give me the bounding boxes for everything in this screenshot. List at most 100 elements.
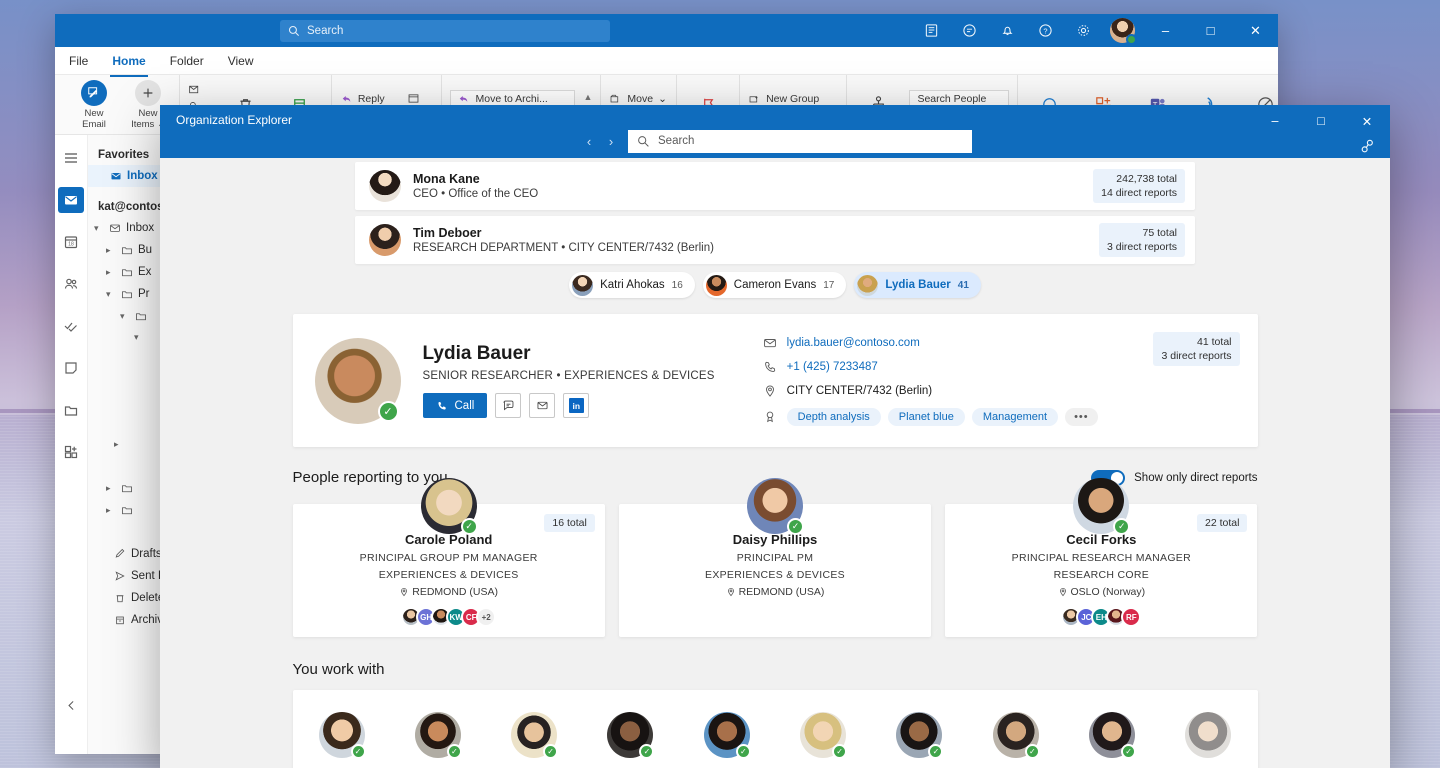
rail-mail-icon[interactable] <box>58 187 84 213</box>
scroll-up-icon[interactable]: ▲ <box>583 92 592 102</box>
call-button[interactable]: Call <box>423 393 488 418</box>
forward-icon[interactable]: › <box>600 128 622 154</box>
chevron-right-icon-3[interactable]: ▸ <box>114 439 124 450</box>
team-avatar-overflow-1[interactable]: +2 <box>476 607 496 627</box>
coworker-avatar-8[interactable]: ✓ <box>993 712 1039 758</box>
tab-view[interactable]: View <box>226 50 256 72</box>
coworker-avatar-10[interactable] <box>1185 712 1231 758</box>
coworker-avatar-2[interactable]: ✓ <box>415 712 461 758</box>
presence-1: ✓ <box>351 744 366 759</box>
rail-people-icon[interactable] <box>58 271 84 297</box>
rail-notes-icon[interactable] <box>58 355 84 381</box>
chevron-down-icon-3[interactable]: ▾ <box>120 311 130 322</box>
chevron-down-icon[interactable]: ▾ <box>94 223 104 234</box>
new-email-button[interactable]: NewEmail <box>71 80 117 130</box>
report-card-location-1: REDMOND (USA) <box>293 586 605 598</box>
peer-chip-name: Katri Ahokas <box>600 279 665 291</box>
peer-chip-count: 16 <box>672 280 683 291</box>
tab-home[interactable]: Home <box>110 50 147 72</box>
chain-row-ceo[interactable]: Mona Kane CEO • Office of the CEO 242,73… <box>355 162 1195 210</box>
contact-email-row[interactable]: lydia.bauer@contoso.com <box>763 336 1098 350</box>
collapse-pane-icon[interactable] <box>65 699 78 712</box>
rail-calendar-icon[interactable]: 18 <box>58 229 84 255</box>
report-card-cecil-forks[interactable]: ✓ 22 total Cecil Forks PRINCIPAL RESEARC… <box>945 504 1257 637</box>
presence-5: ✓ <box>736 744 751 759</box>
new-items-label-1: New <box>138 108 157 119</box>
peer-chip-cameron-evans[interactable]: Cameron Evans 17 <box>703 272 847 298</box>
account-avatar[interactable] <box>1110 18 1135 43</box>
reply-button[interactable]: Reply <box>340 93 399 105</box>
chat-icon[interactable] <box>950 14 988 47</box>
coworker-avatar-1[interactable]: ✓ <box>319 712 365 758</box>
peer-chip-katri-ahokas[interactable]: Katri Ahokas 16 <box>569 272 695 298</box>
report-card-daisy-phillips[interactable]: ✓ Daisy Phillips PRINCIPAL PM EXPERIENCE… <box>619 504 931 637</box>
chain-row-name: Mona Kane <box>413 171 538 187</box>
chevron-down-icon-4[interactable]: ▾ <box>134 332 144 343</box>
avatar-tim-deboer <box>369 224 401 256</box>
search-icon-dialog <box>637 135 650 148</box>
coworker-avatar-5[interactable]: ✓ <box>704 712 750 758</box>
tab-folder[interactable]: Folder <box>168 50 206 72</box>
mark-unread-button[interactable] <box>188 83 215 96</box>
org-maximize-button[interactable]: □ <box>1298 105 1344 137</box>
chevron-right-icon-4[interactable]: ▸ <box>106 483 116 494</box>
svg-text:18: 18 <box>68 242 74 248</box>
chevron-right-icon[interactable]: ▸ <box>106 245 116 256</box>
contact-email[interactable]: lydia.bauer@contoso.com <box>787 337 920 349</box>
report-card-carole-poland[interactable]: ✓ 16 total Carole Poland PRINCIPAL GROUP… <box>293 504 605 637</box>
org-explorer-search-input[interactable]: Search <box>628 130 972 153</box>
coworker-avatar-3[interactable]: ✓ <box>511 712 557 758</box>
close-button[interactable]: ✕ <box>1233 14 1278 47</box>
new-group-button[interactable]: New Group <box>748 93 838 105</box>
coworker-avatar-7[interactable]: ✓ <box>896 712 942 758</box>
contact-location-row: CITY CENTER/7432 (Berlin) <box>763 384 1098 398</box>
skill-tag-1[interactable]: Depth analysis <box>787 408 881 426</box>
outlook-search-box[interactable]: Search <box>280 20 610 42</box>
chain-row-counts: 242,738 total 14 direct reports <box>1093 169 1185 203</box>
chevron-right-icon-2[interactable]: ▸ <box>106 267 116 278</box>
linkedin-button[interactable]: in <box>563 393 589 418</box>
skill-tags-more-button[interactable]: ••• <box>1065 408 1098 426</box>
presence-7: ✓ <box>928 744 943 759</box>
team-avatar-3e[interactable]: RF <box>1121 607 1141 627</box>
org-minimize-button[interactable]: – <box>1252 105 1298 137</box>
folder-inbox-label: Inbox <box>126 222 154 234</box>
peer-chip-name-2: Cameron Evans <box>734 279 816 291</box>
gear-icon[interactable] <box>1064 14 1102 47</box>
reply-label: Reply <box>358 93 385 105</box>
skill-tag-3[interactable]: Management <box>972 408 1058 426</box>
org-hierarchy-icon[interactable] <box>1359 138 1376 155</box>
skill-tag-2[interactable]: Planet blue <box>888 408 965 426</box>
rail-todo-icon[interactable] <box>58 313 84 339</box>
peer-chip-lydia-bauer[interactable]: Lydia Bauer 41 <box>854 272 981 298</box>
coworker-avatar-6[interactable]: ✓ <box>800 712 846 758</box>
avatar-cecil-forks: ✓ <box>1073 478 1129 534</box>
outlook-title-bar: Search ? – □ ✕ <box>55 14 1278 47</box>
rail-apps-icon[interactable] <box>58 439 84 465</box>
report-card-name-2: Daisy Phillips <box>619 532 931 547</box>
org-close-button[interactable]: ✕ <box>1344 105 1390 137</box>
peer-chip-name-3: Lydia Bauer <box>885 279 950 291</box>
chevron-right-icon-5[interactable]: ▸ <box>106 505 116 516</box>
reading-list-icon[interactable] <box>912 14 950 47</box>
coworker-avatar-9[interactable]: ✓ <box>1089 712 1135 758</box>
rail-folders-icon[interactable] <box>58 397 84 423</box>
maximize-button[interactable]: □ <box>1188 14 1233 47</box>
chain-row-subtitle-2: RESEARCH DEPARTMENT • CITY CENTER/7432 (… <box>413 241 714 256</box>
coworker-avatar-4[interactable]: ✓ <box>607 712 653 758</box>
bell-icon[interactable] <box>988 14 1026 47</box>
chat-button[interactable] <box>495 393 521 418</box>
move-button[interactable]: Move ⌄ <box>609 93 668 105</box>
help-icon[interactable]: ? <box>1026 14 1064 47</box>
org-explorer-search-row: ‹ › Search <box>160 125 1390 157</box>
hamburger-icon[interactable] <box>58 145 84 171</box>
back-icon[interactable]: ‹ <box>578 128 600 154</box>
tab-file[interactable]: File <box>67 50 90 72</box>
minimize-button[interactable]: – <box>1143 14 1188 47</box>
contact-phone-row[interactable]: +1 (425) 7233487 <box>763 360 1098 374</box>
chain-row-manager[interactable]: Tim Deboer RESEARCH DEPARTMENT • CITY CE… <box>355 216 1195 264</box>
contact-phone[interactable]: +1 (425) 7233487 <box>787 361 878 373</box>
meeting-button[interactable] <box>407 92 434 105</box>
chevron-down-icon-2[interactable]: ▾ <box>106 289 116 300</box>
email-button[interactable] <box>529 393 555 418</box>
